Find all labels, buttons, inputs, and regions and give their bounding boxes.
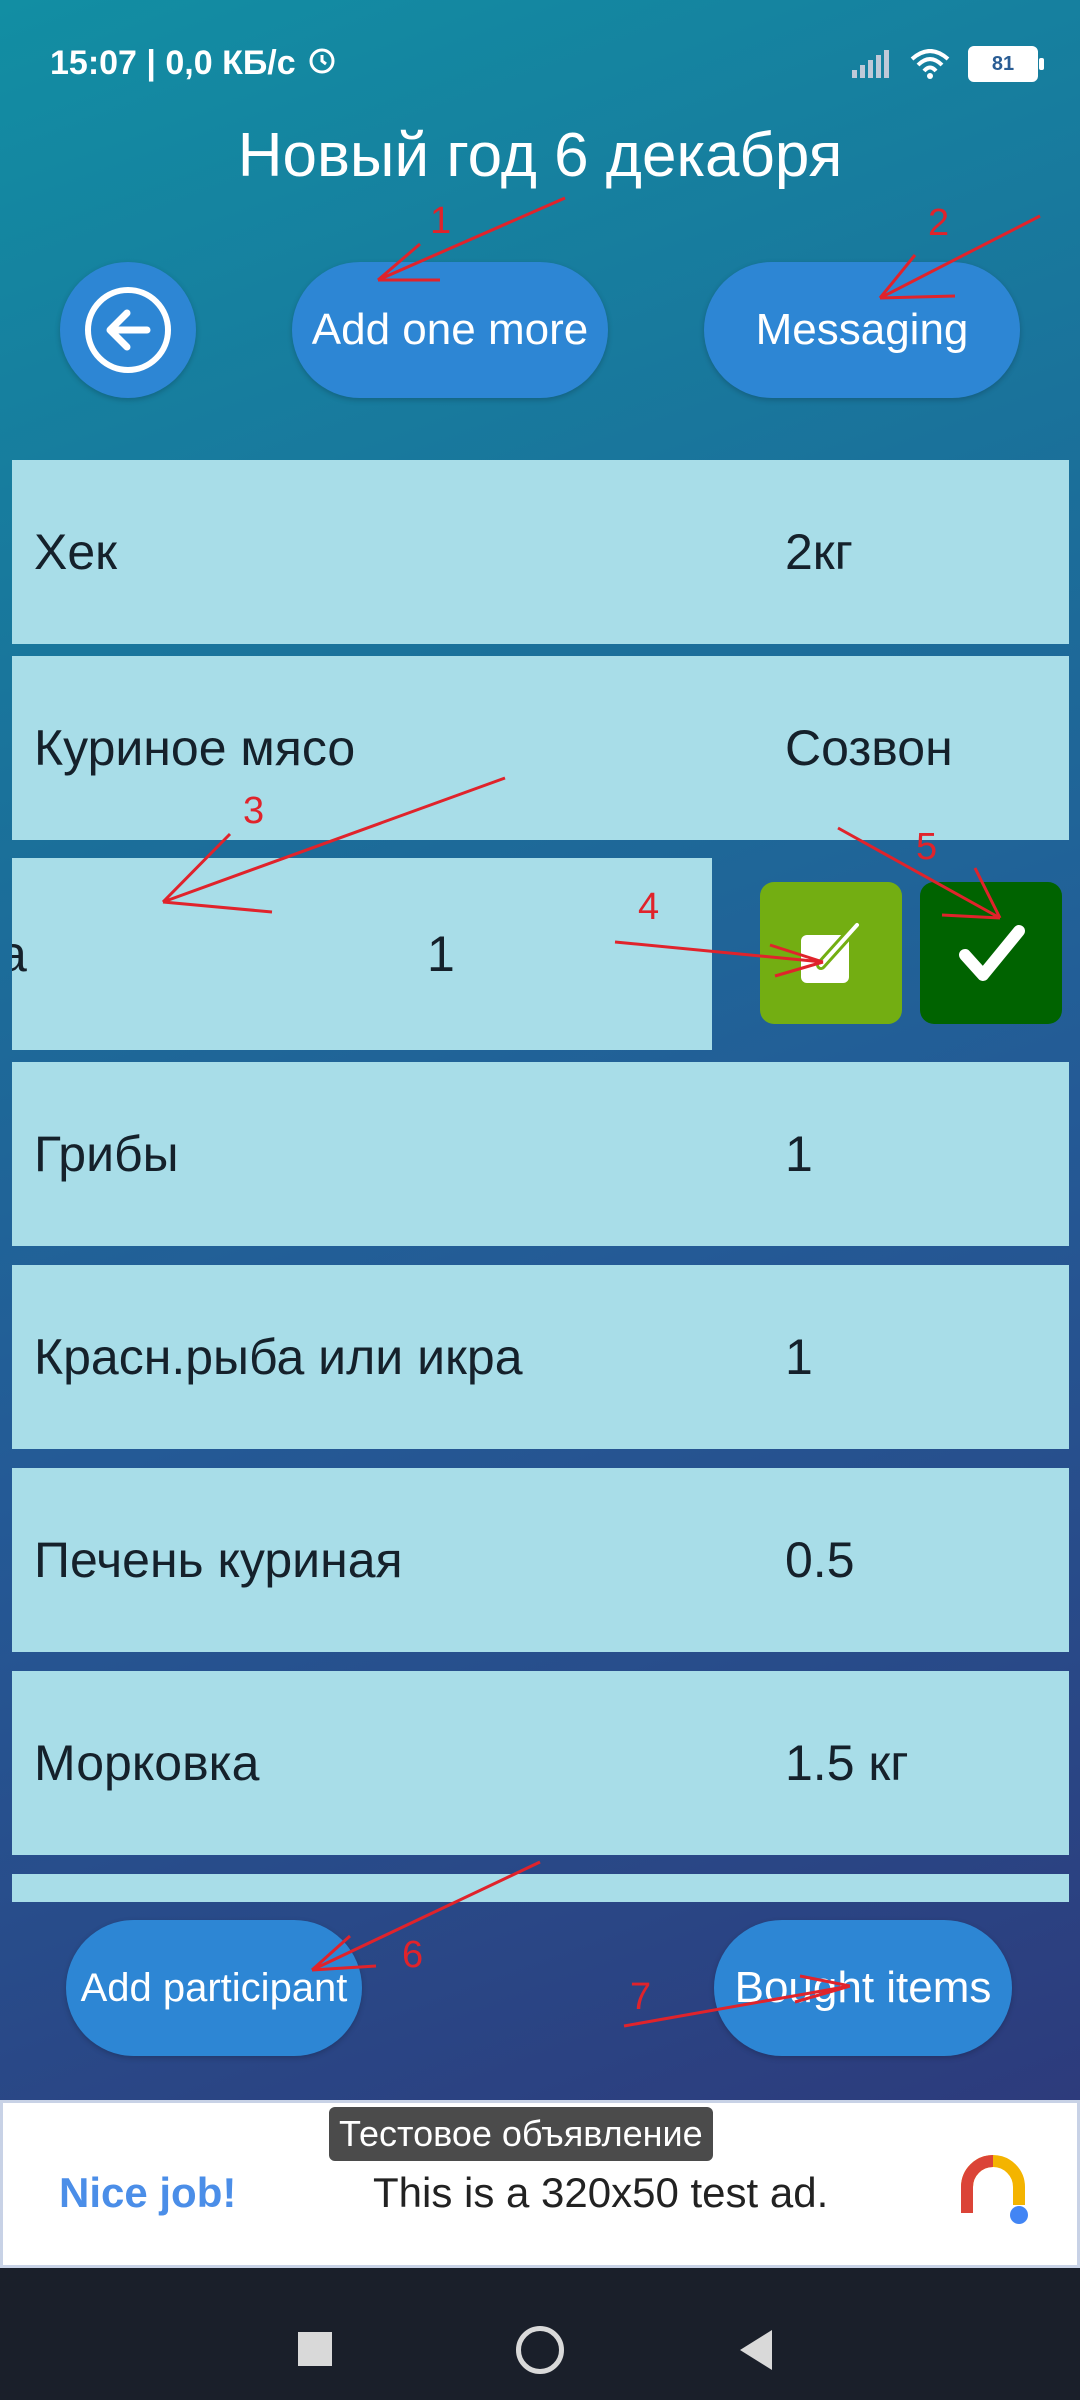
item-name: Грибы: [34, 1126, 179, 1182]
item-qty: 1: [785, 1126, 813, 1182]
item-qty: 0.5: [785, 1532, 855, 1588]
arrow-left-icon: [85, 287, 171, 373]
checkmark-icon: [959, 925, 1025, 981]
item-qty: 1: [427, 926, 455, 982]
list-item[interactable]: Грибы 1: [12, 1062, 1069, 1246]
ad-logo-icon: [961, 2155, 1028, 2224]
battery-icon: 81: [968, 46, 1044, 82]
back-nav-button[interactable]: [740, 2330, 772, 2370]
home-button[interactable]: [516, 2326, 564, 2374]
item-name: Печень куриная: [34, 1532, 403, 1588]
bought-items-button[interactable]: Bought items: [714, 1920, 1012, 2056]
annotation-number: 3: [243, 790, 265, 832]
edit-icon: [801, 920, 862, 983]
signal-icon: [852, 50, 889, 78]
list-item[interactable]: Морковка 1.5 кг: [12, 1671, 1069, 1855]
list-item[interactable]: Куриное мясо Созвон: [12, 656, 1069, 840]
list-item[interactable]: Хек 2кг: [12, 460, 1069, 644]
mark-bought-button[interactable]: [920, 882, 1062, 1024]
item-qty: 1.5 кг: [785, 1735, 909, 1791]
ad-label: Тестовое объявление: [329, 2107, 713, 2161]
item-name: дра: [12, 926, 27, 982]
item-qty: Созвон: [785, 720, 953, 776]
annotation-number: 4: [638, 886, 660, 928]
messaging-button[interactable]: Messaging: [704, 262, 1020, 398]
ad-headline: Nice job!: [59, 2169, 237, 2216]
list-item-swiped[interactable]: дра 1: [12, 858, 712, 1050]
annotation-number: 5: [916, 826, 938, 868]
app-screen: 15:07 | 0,0 КБ/с 81 Новый год 6 декабря: [0, 0, 1080, 2100]
annotation-number: 2: [928, 202, 950, 244]
wifi-icon: [910, 49, 950, 79]
item-name: Морковка: [34, 1735, 260, 1791]
ad-banner[interactable]: Тестовое объявление Nice job! This is a …: [0, 2100, 1080, 2268]
edit-item-button[interactable]: [760, 882, 902, 1024]
ad-text: This is a 320x50 test ad.: [373, 2169, 829, 2216]
alarm-icon: [309, 48, 335, 74]
add-participant-button[interactable]: Add participant: [66, 1920, 362, 2056]
system-nav-bar: [0, 2268, 1080, 2400]
item-qty: 1: [785, 1329, 813, 1385]
list-item[interactable]: Красн.рыба или икра 1: [12, 1265, 1069, 1449]
annotation-number: 6: [402, 1934, 424, 1976]
item-qty: 2кг: [785, 524, 853, 580]
items-list: Хек 2кг Куриное мясо Созвон дра 1 Грибы …: [12, 460, 1069, 1902]
item-name: Куриное мясо: [34, 720, 356, 776]
item-name: Красн.рыба или икра: [34, 1329, 523, 1385]
back-button[interactable]: [60, 262, 196, 398]
status-bar: 15:07 | 0,0 КБ/с 81: [0, 0, 1080, 130]
annotation-number: 7: [630, 1976, 652, 2018]
page-title: Новый год 6 декабря: [237, 121, 843, 190]
item-name: Хек: [34, 524, 118, 580]
list-item-partial[interactable]: [12, 1874, 1069, 1902]
annotation-number: 1: [430, 200, 452, 242]
list-item[interactable]: Печень куриная 0.5: [12, 1468, 1069, 1652]
add-one-more-button[interactable]: Add one more: [292, 262, 608, 398]
status-time: 15:07 | 0,0 КБ/с: [50, 44, 296, 82]
recents-button[interactable]: [298, 2332, 332, 2366]
